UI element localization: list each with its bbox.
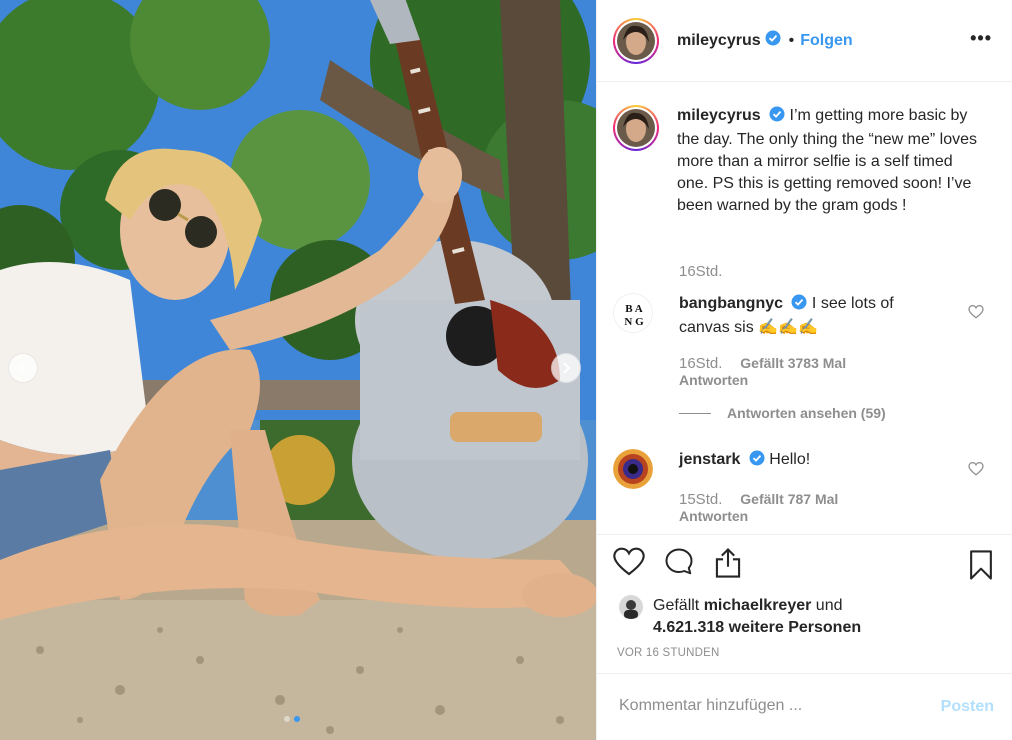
share-icon[interactable] [713, 547, 743, 584]
verified-badge-icon [791, 294, 807, 317]
post-caption: mileycyrus I’m getting more basic by the… [613, 105, 1003, 217]
chevron-right-icon [563, 362, 571, 374]
author-avatar[interactable] [613, 17, 659, 64]
caption-time[interactable]: 16Std. [679, 263, 722, 280]
comment-time[interactable]: 16Std. [679, 355, 722, 372]
carousel-indicator [284, 716, 300, 722]
previous-photo-button[interactable] [8, 353, 38, 383]
caption-author-avatar[interactable] [613, 105, 659, 151]
chevron-left-icon [18, 362, 26, 374]
post-timestamp[interactable]: VOR 16 STUNDEN [617, 647, 720, 659]
bookmark-icon[interactable] [968, 549, 994, 586]
liked-by-username[interactable]: michaelkreyer [704, 597, 812, 614]
commenter-avatar[interactable]: B AN G [613, 293, 653, 333]
comment-meta: 16Std. Gefällt 3783 Mal Antworten [679, 355, 846, 388]
comment-like-heart-icon[interactable] [968, 304, 984, 324]
next-photo-button[interactable] [551, 353, 581, 383]
comment-likes[interactable]: Gefällt 3783 Mal [740, 355, 846, 371]
view-replies-label: Antworten ansehen (59) [727, 405, 886, 421]
comment-like-heart-icon[interactable] [968, 461, 984, 481]
comment-emoji: ✍✍✍ [758, 319, 818, 336]
post-actions: Gefällt michaelkreyer und 4.621.318 weit… [597, 534, 1012, 672]
comment-input[interactable] [617, 696, 917, 716]
comment-time[interactable]: 15Std. [679, 491, 722, 508]
comment-likes[interactable]: Gefällt 787 Mal [740, 491, 838, 507]
follow-button[interactable]: Folgen [800, 32, 852, 50]
likes-connector: und [815, 597, 843, 614]
reply-button[interactable]: Antworten [679, 372, 846, 388]
liked-by-summary: Gefällt michaelkreyer und 4.621.318 weit… [619, 595, 861, 639]
post-header: mileycyrus • Folgen ••• [597, 0, 1012, 82]
separator-dot: • [788, 31, 795, 49]
comment-icon[interactable] [663, 547, 695, 584]
carousel-dot [284, 716, 290, 722]
more-options-button[interactable]: ••• [970, 28, 992, 49]
heart-icon[interactable] [613, 547, 645, 584]
replies-divider [679, 412, 711, 414]
verified-badge-icon [769, 106, 785, 129]
photo-scene [0, 0, 596, 740]
svg-text:N G: N G [624, 316, 644, 328]
verified-badge-icon [749, 450, 765, 473]
commenter-username[interactable]: jenstark [679, 451, 740, 468]
comments-list[interactable]: mileycyrus I’m getting more basic by the… [597, 83, 1012, 533]
author-username[interactable]: mileycyrus [677, 32, 761, 50]
add-comment-bar: Posten [597, 673, 1012, 740]
commenter-avatar[interactable] [613, 449, 653, 489]
author-avatar-image [617, 21, 655, 60]
likes-count[interactable]: 4.621.318 weitere Personen [653, 619, 861, 636]
post-sidebar: mileycyrus • Folgen ••• mileycyrus I’m g… [596, 0, 1012, 740]
likes-prefix: Gefällt [653, 597, 700, 614]
comment-item: B AN G bangbangnyc I see lots of canvas … [613, 293, 1003, 339]
post-photo[interactable] [0, 0, 596, 740]
svg-text:B A: B A [625, 303, 642, 315]
verified-badge-icon [765, 30, 781, 51]
carousel-dot-active [294, 716, 300, 722]
comment-item: jenstark Hello! [613, 449, 1003, 489]
comment-text: Hello! [769, 451, 811, 468]
post-comment-button[interactable]: Posten [941, 698, 994, 716]
reply-button[interactable]: Antworten [679, 508, 838, 524]
view-replies-button[interactable]: Antworten ansehen (59) [679, 405, 886, 421]
caption-avatar-image [617, 109, 655, 147]
comment-meta: 15Std. Gefällt 787 Mal Antworten [679, 491, 838, 524]
caption-username[interactable]: mileycyrus [677, 107, 761, 124]
commenter-username[interactable]: bangbangnyc [679, 295, 783, 312]
liker-avatar[interactable] [619, 595, 643, 619]
